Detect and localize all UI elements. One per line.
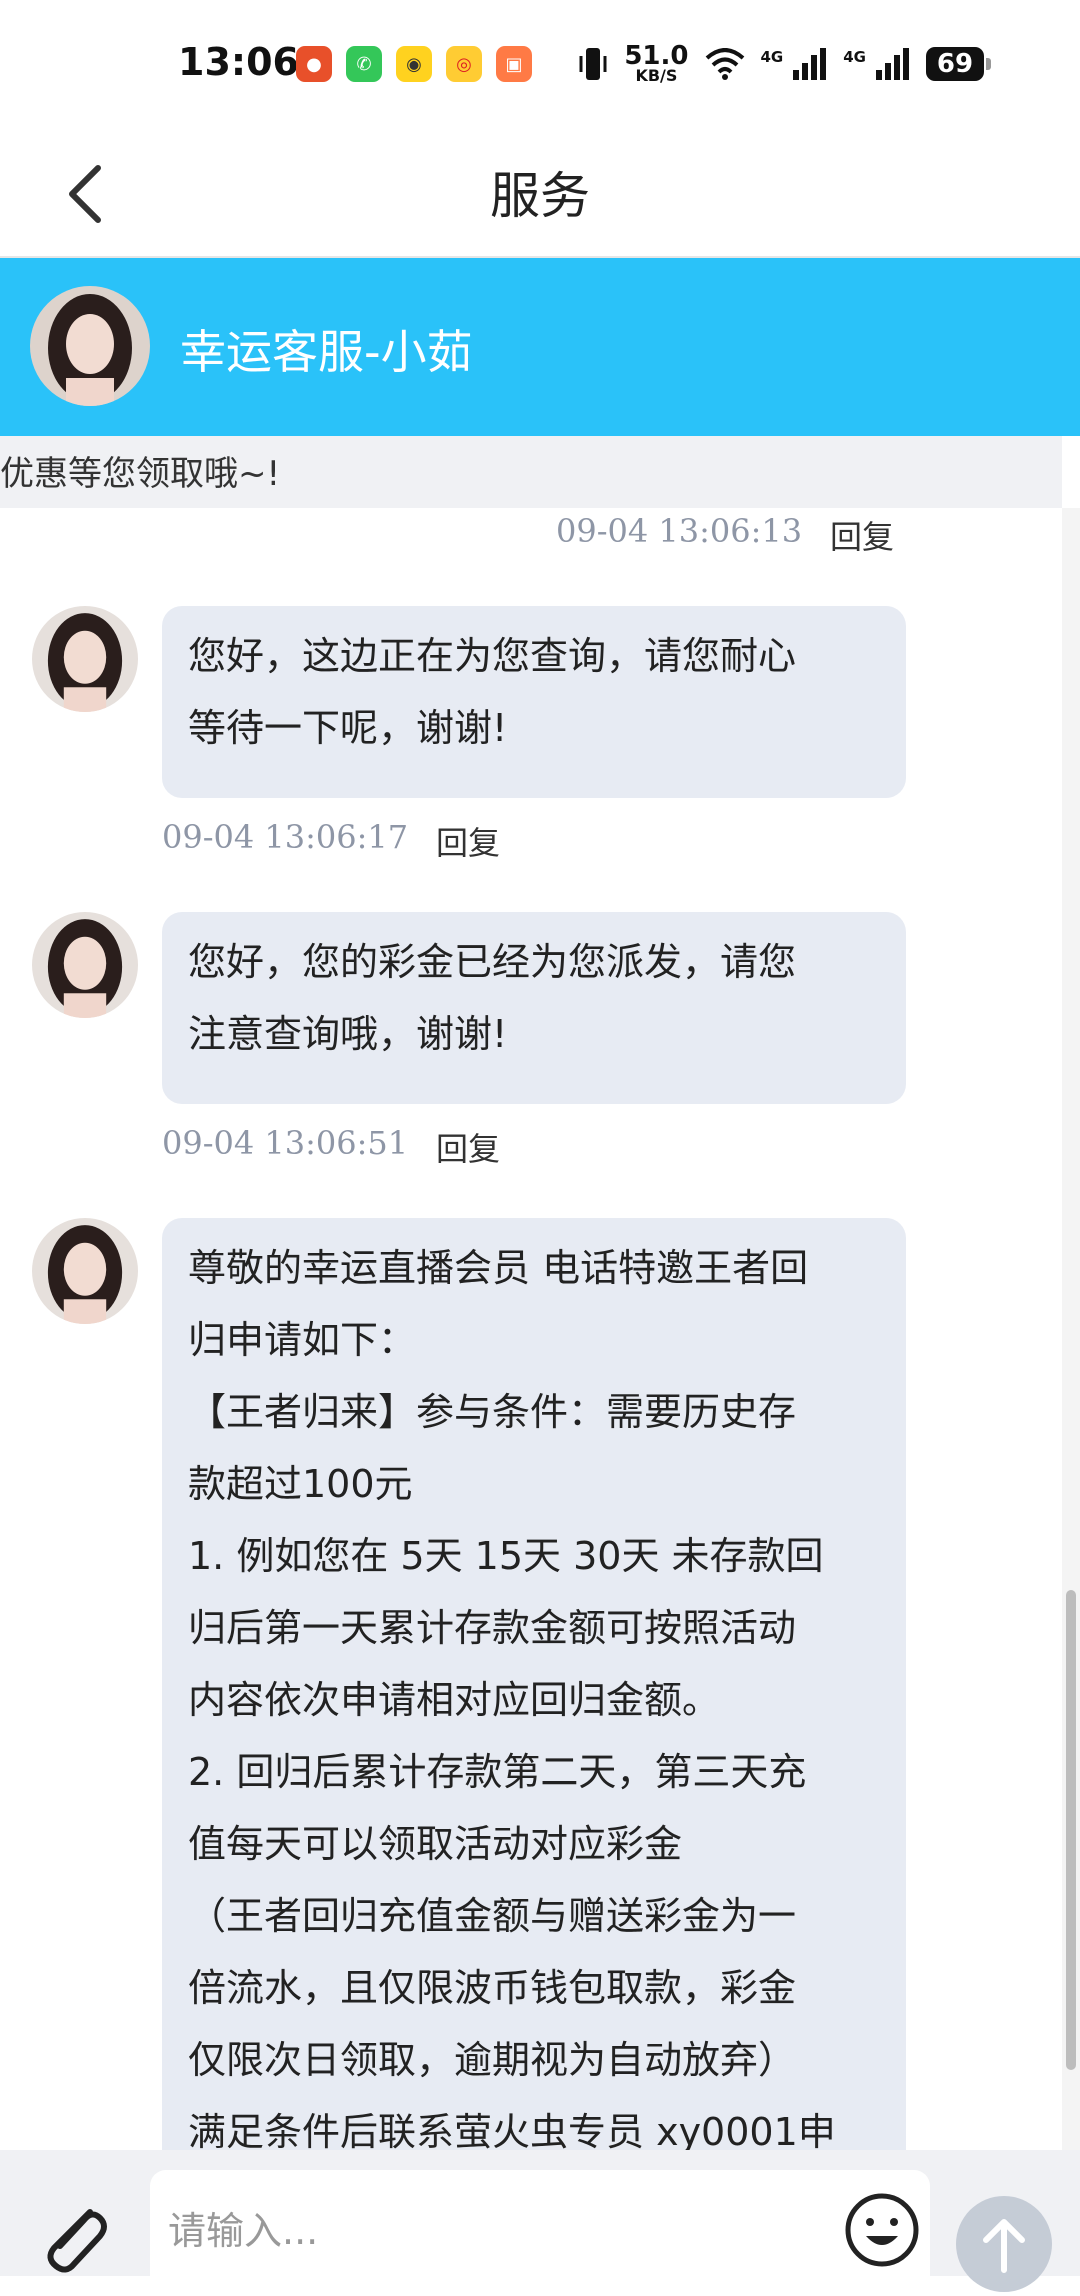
message-input[interactable]: 请输入... [150,2170,930,2276]
weibo-app-icon: ◎ [446,46,482,82]
signal-label: 4G [843,48,866,66]
battery-level: 69 [936,49,974,79]
agent-avatar [32,912,138,1018]
agent-name: 幸运客服-小茹 [180,325,473,379]
send-button[interactable] [956,2196,1052,2292]
reply-button[interactable]: 回复 [436,1124,500,1170]
app-notification-icon: ● [296,46,332,82]
status-time: 13:06 [178,40,299,84]
app-notification-icon: ▣ [496,46,532,82]
avatar-photo [30,286,150,406]
signal-icon [876,48,909,80]
navigation-bar: 服务 [0,130,1080,258]
avatar-photo [32,912,138,1018]
message-input-placeholder: 请输入... [168,2209,319,2253]
chat-messages[interactable]: 优惠等您领取哦~! 09-04 13:06:13 回复 您好，这边正在为您查询，… [0,436,1080,2150]
signal-icon [793,48,827,80]
network-speed: 51.0 KB/S [624,41,689,85]
reply-button[interactable]: 回复 [830,512,894,558]
avatar-photo [32,1218,138,1324]
agent-avatar [30,286,150,406]
message-bubble: 您好，这边正在为您查询，请您耐心 等待一下呢，谢谢! [162,606,906,798]
network-speed-unit: KB/S [635,66,678,85]
message-bubble: 尊敬的幸运直播会员 电话特邀王者回 归申请如下： 【王者归来】参与条件：需要历史… [162,1218,906,2150]
message-timestamp: 09-04 13:06:17 [162,818,409,856]
previous-message-tail: 优惠等您领取哦~! [0,436,1062,508]
agent-avatar [32,606,138,712]
page-title: 服务 [490,167,590,225]
arrow-up-icon [983,2219,1025,2273]
agent-header: 幸运客服-小茹 [0,258,1080,436]
network-speed-value: 51.0 [624,41,689,71]
previous-message-text: 优惠等您领取哦~! [0,454,281,494]
input-bar: 请输入... [0,2150,1080,2292]
attach-button[interactable] [34,2198,114,2276]
app-notification-icon: ◉ [396,46,432,82]
avatar-photo [32,606,138,712]
message-bubble: 您好，您的彩金已经为您派发，请您 注意查询哦，谢谢! [162,912,906,1104]
scrollbar-thumb[interactable] [1066,1590,1076,2070]
wifi-icon [705,48,744,80]
notification-icons: ● ✆ ◉ ◎ ▣ [296,46,532,82]
status-bar: 13:06 ● ✆ ◉ ◎ ▣ 51.0 KB/S 4G 4G 69 [0,0,1080,130]
message-timestamp: 09-04 13:06:13 [556,512,803,550]
message-timestamp: 09-04 13:06:51 [162,1124,409,1162]
reply-button[interactable]: 回复 [436,818,500,864]
paperclip-icon [47,2209,107,2273]
battery-indicator: 69 [926,47,991,81]
signal-label: 4G [760,48,784,66]
smiley-icon [845,2193,919,2267]
emoji-button[interactable] [842,2190,922,2270]
agent-avatar [32,1218,138,1324]
phone-app-icon: ✆ [346,46,382,82]
status-indicators: 51.0 KB/S 4G 4G 69 [578,41,991,85]
vibrate-icon [579,48,607,80]
